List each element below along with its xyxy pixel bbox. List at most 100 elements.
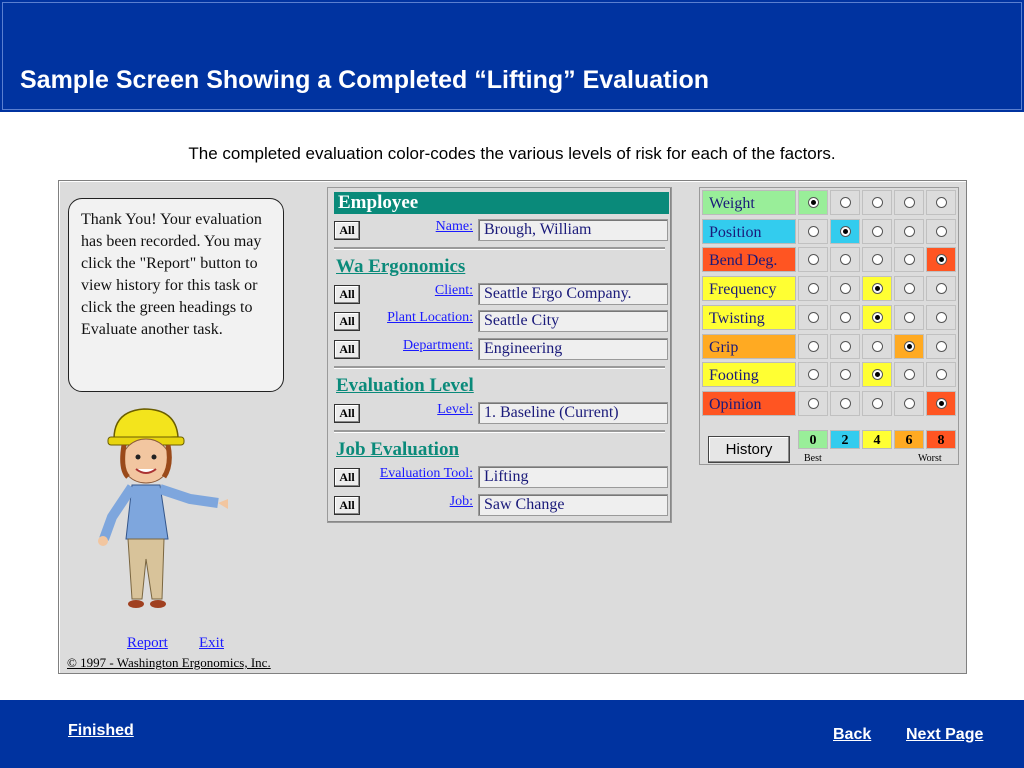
risk-option-cell[interactable]	[862, 190, 892, 215]
radio-icon	[872, 340, 883, 352]
risk-option-cell[interactable]	[894, 390, 924, 416]
finished-link[interactable]: Finished	[68, 722, 134, 740]
risk-option-cell[interactable]	[798, 218, 828, 244]
radio-icon	[904, 369, 915, 381]
risk-option-cell[interactable]	[894, 218, 924, 244]
all-button[interactable]: All	[334, 340, 360, 359]
risk-option-cell[interactable]	[798, 390, 828, 416]
section-job-evaluation-heading[interactable]: Job Evaluation	[336, 439, 459, 461]
risk-option-cell[interactable]	[926, 190, 956, 215]
exit-link[interactable]: Exit	[199, 635, 224, 652]
factor-row: Weight	[702, 190, 958, 217]
risk-option-cell[interactable]	[926, 362, 956, 388]
risk-option-cell[interactable]	[862, 247, 892, 273]
risk-option-cell[interactable]	[926, 333, 956, 359]
risk-option-cell[interactable]	[894, 276, 924, 302]
radio-icon	[840, 369, 851, 381]
department-field[interactable]: Engineering	[478, 338, 668, 360]
risk-option-cell[interactable]	[798, 190, 828, 215]
name-field[interactable]: Brough, William	[478, 219, 668, 241]
risk-option-cell[interactable]	[926, 304, 956, 330]
risk-option-cell[interactable]	[862, 362, 892, 388]
section-evaluation-level-heading[interactable]: Evaluation Level	[336, 375, 474, 397]
radio-icon	[840, 340, 851, 352]
evaluation-tool-label[interactable]: Evaluation Tool:	[350, 466, 473, 482]
section-wa-ergonomics-heading[interactable]: Wa Ergonomics	[336, 256, 465, 278]
risk-option-cell[interactable]	[798, 276, 828, 302]
factor-name: Footing	[702, 362, 796, 388]
risk-option-cell[interactable]	[830, 333, 860, 359]
radio-icon	[840, 283, 851, 295]
risk-option-cell[interactable]	[830, 304, 860, 330]
risk-option-cell[interactable]	[830, 218, 860, 244]
radio-icon	[808, 197, 819, 208]
divider	[334, 366, 665, 369]
back-link[interactable]: Back	[833, 726, 871, 744]
risk-option-cell[interactable]	[830, 362, 860, 388]
job-field[interactable]: Saw Change	[478, 494, 668, 516]
factor-name: Position	[702, 218, 796, 244]
all-button[interactable]: All	[334, 312, 360, 331]
risk-score-label: 0	[798, 430, 828, 449]
next-page-link[interactable]: Next Page	[906, 726, 983, 744]
radio-icon	[872, 397, 883, 409]
radio-icon	[904, 340, 915, 352]
risk-option-cell[interactable]	[894, 362, 924, 388]
department-label[interactable]: Department:	[358, 338, 473, 354]
risk-option-cell[interactable]	[798, 304, 828, 330]
risk-option-cell[interactable]	[894, 333, 924, 359]
evaluation-tool-field[interactable]: Lifting	[478, 466, 668, 488]
risk-option-cell[interactable]	[894, 304, 924, 330]
risk-option-cell[interactable]	[862, 276, 892, 302]
radio-icon	[840, 397, 851, 409]
risk-option-cell[interactable]	[830, 247, 860, 273]
plant-location-field[interactable]: Seattle City	[478, 310, 668, 332]
risk-option-cell[interactable]	[926, 390, 956, 416]
slide-header: Sample Screen Showing a Completed “Lifti…	[0, 0, 1024, 112]
radio-icon	[936, 225, 947, 237]
radio-icon	[936, 254, 947, 266]
radio-icon	[808, 340, 819, 352]
risk-option-cell[interactable]	[926, 276, 956, 302]
risk-option-cell[interactable]	[830, 276, 860, 302]
radio-icon	[840, 197, 851, 208]
risk-option-cell[interactable]	[830, 190, 860, 215]
risk-option-cell[interactable]	[894, 190, 924, 215]
risk-option-cell[interactable]	[862, 304, 892, 330]
factor-row: Bend Deg.	[702, 247, 958, 274]
factor-row: Position	[702, 218, 958, 246]
factor-name: Twisting	[702, 304, 796, 330]
client-label[interactable]: Client:	[368, 283, 473, 299]
risk-option-cell[interactable]	[894, 247, 924, 273]
risk-option-cell[interactable]	[798, 362, 828, 388]
safety-worker-illustration	[98, 408, 228, 608]
risk-option-cell[interactable]	[862, 218, 892, 244]
all-button[interactable]: All	[334, 285, 360, 304]
all-button[interactable]: All	[334, 221, 360, 240]
radio-icon	[872, 225, 883, 237]
job-label[interactable]: Job:	[388, 494, 473, 510]
all-button[interactable]: All	[334, 404, 360, 423]
level-label[interactable]: Level:	[388, 402, 473, 418]
client-field[interactable]: Seattle Ergo Company.	[478, 283, 668, 305]
slide-subtitle: The completed evaluation color-codes the…	[188, 144, 836, 163]
risk-option-cell[interactable]	[798, 333, 828, 359]
risk-option-cell[interactable]	[862, 390, 892, 416]
history-button[interactable]: History	[708, 436, 790, 463]
radio-icon	[904, 225, 915, 237]
risk-option-cell[interactable]	[862, 333, 892, 359]
radio-icon	[808, 311, 819, 323]
report-link[interactable]: Report	[127, 635, 168, 652]
risk-option-cell[interactable]	[798, 247, 828, 273]
name-label[interactable]: Name:	[388, 219, 473, 235]
section-employee-heading[interactable]: Employee	[334, 192, 669, 214]
risk-option-cell[interactable]	[926, 247, 956, 273]
level-field[interactable]: 1. Baseline (Current)	[478, 402, 668, 424]
risk-option-cell[interactable]	[830, 390, 860, 416]
factor-row: Twisting	[702, 304, 958, 332]
risk-option-cell[interactable]	[926, 218, 956, 244]
risk-factor-grid: Weight Position Bend Deg. Frequency Twisting…	[699, 187, 959, 465]
speech-bubble: Thank You! Your evaluation has been reco…	[68, 198, 284, 392]
all-button[interactable]: All	[334, 496, 360, 515]
plant-location-label[interactable]: Plant Location:	[358, 310, 473, 326]
